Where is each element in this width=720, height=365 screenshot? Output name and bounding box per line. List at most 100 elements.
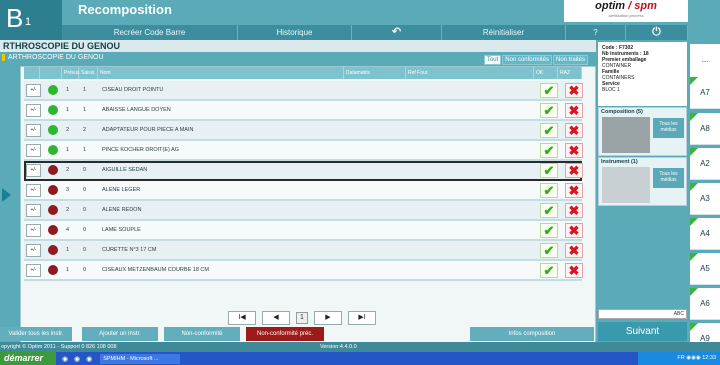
ok-check-button[interactable]: ✔ — [540, 143, 558, 158]
tray-icons[interactable]: ◉◉◉ — [686, 355, 702, 361]
help-button[interactable]: ? — [566, 25, 626, 40]
ok-check-button[interactable]: ✔ — [540, 203, 558, 218]
cell-saisis: 0 — [83, 207, 87, 213]
nonconformity-button[interactable]: Non-conformité — [164, 327, 240, 341]
tab-a5[interactable]: A5 — [690, 253, 720, 285]
system-tray: FR ◉◉◉ 12:33 — [638, 352, 720, 365]
quantity-adjust-button[interactable]: +/- — [26, 83, 41, 97]
cell-prevus: 1 — [66, 87, 70, 93]
raz-clear-button[interactable]: ✖ — [565, 163, 583, 178]
raz-clear-button[interactable]: ✖ — [565, 123, 583, 138]
taskbar-window[interactable]: SPMIHM - Microsoft ... — [100, 353, 181, 364]
table-row[interactable]: +/- 1 0 CISEAUX METZENBAUM COURBE 18 CM ✔ ✖ — [24, 261, 583, 281]
filter-all[interactable]: Tout — [483, 55, 502, 65]
validate-all-button[interactable]: Valider tous les instr. — [0, 327, 72, 341]
ok-check-button[interactable]: ✔ — [540, 103, 558, 118]
brand-logo: optim / spm sterilisation process — [564, 0, 688, 22]
logo-letter: B — [6, 3, 24, 33]
tab-a6[interactable]: A6 — [690, 288, 720, 320]
brand-subtitle: sterilisation process — [608, 13, 644, 18]
ok-check-button[interactable]: ✔ — [540, 263, 558, 278]
ok-check-button[interactable]: ✔ — [540, 83, 558, 98]
app-logo: B 1 — [0, 0, 62, 40]
composition-all-media-button[interactable]: Tous les médias — [653, 118, 684, 138]
expand-left-arrow-icon[interactable] — [2, 188, 11, 202]
recreate-barcode-button[interactable]: Recréer Code Barre — [62, 25, 238, 40]
cell-nom: ADAPTATEUR POUR PIECE A MAIN — [102, 127, 194, 133]
tab-a3[interactable]: A3 — [690, 183, 720, 215]
raz-clear-button[interactable]: ✖ — [565, 263, 583, 278]
quantity-adjust-button[interactable]: +/- — [26, 263, 41, 277]
ok-check-button[interactable]: ✔ — [540, 163, 558, 178]
raz-clear-button[interactable]: ✖ — [565, 203, 583, 218]
ok-check-button[interactable]: ✔ — [540, 243, 558, 258]
instrument-all-media-button[interactable]: Tous les médias — [653, 168, 684, 188]
status-dot-icon — [48, 145, 58, 155]
raz-clear-button[interactable]: ✖ — [565, 103, 583, 118]
table-row[interactable]: +/- 2 2 ADAPTATEUR POUR PIECE A MAIN ✔ ✖ — [24, 121, 583, 141]
search-input[interactable]: ABC — [598, 309, 687, 319]
clock: 12:33 — [702, 355, 716, 361]
first-page-button[interactable]: I◀ — [228, 311, 256, 325]
tab-a2[interactable]: A2 — [690, 148, 720, 180]
quantity-adjust-button[interactable]: +/- — [26, 103, 41, 117]
composition-info: Code : F7302 Nb instruments : 18 Premier… — [598, 42, 687, 106]
composition-photo[interactable] — [602, 117, 650, 153]
ok-check-button[interactable]: ✔ — [540, 223, 558, 238]
table-row[interactable]: +/- 1 1 PINCE KOCHER DROIT(E) AG ✔ ✖ — [24, 141, 583, 161]
tab-a7[interactable]: A7 — [690, 77, 720, 109]
previous-nonconformity-button[interactable]: Non-conformité préc. — [246, 327, 324, 341]
quantity-adjust-button[interactable]: +/- — [26, 203, 41, 217]
composition-media-title: Composition (5) — [601, 109, 643, 115]
quantity-adjust-button[interactable]: +/- — [26, 163, 41, 177]
raz-clear-button[interactable]: ✖ — [565, 223, 583, 238]
add-instrument-button[interactable]: Ajouter un instr. — [82, 327, 158, 341]
table-row[interactable]: +/- 2 0 AIGUILLE SEDAN ✔ ✖ — [24, 161, 583, 181]
last-page-button[interactable]: ▶I — [348, 311, 376, 325]
tab-flag-icon — [690, 288, 698, 296]
table-row[interactable]: +/- 1 1 ABAISSE LANGUE DOYEN ✔ ✖ — [24, 101, 583, 121]
table-row[interactable]: +/- 2 0 ALENE REDON ✔ ✖ — [24, 201, 583, 221]
raz-clear-button[interactable]: ✖ — [565, 243, 583, 258]
tab-flag-icon — [690, 183, 698, 191]
tab-more[interactable]: ... — [690, 44, 720, 80]
quick-launch-icons[interactable]: ◉ ◉ ◉ — [62, 355, 94, 363]
next-button[interactable]: Suivant — [598, 322, 687, 341]
quantity-adjust-button[interactable]: +/- — [26, 123, 41, 137]
power-button[interactable]: ⏻ — [626, 25, 688, 40]
start-button[interactable]: démarrer — [0, 352, 56, 365]
tab-flag-icon — [690, 113, 698, 121]
instrument-photo[interactable] — [602, 167, 650, 203]
tab-a3-label: A3 — [700, 194, 710, 203]
reset-button[interactable]: Réinitialiser — [442, 25, 566, 40]
cell-prevus: 1 — [66, 267, 70, 273]
quantity-adjust-button[interactable]: +/- — [26, 143, 41, 157]
undo-button[interactable]: ↶ — [352, 25, 442, 40]
history-button[interactable]: Historique — [238, 25, 352, 40]
quantity-adjust-button[interactable]: +/- — [26, 223, 41, 237]
ok-check-button[interactable]: ✔ — [540, 123, 558, 138]
quantity-adjust-button[interactable]: +/- — [26, 183, 41, 197]
table-row[interactable]: +/- 1 1 CISEAU DROIT POINTU ✔ ✖ — [24, 81, 583, 101]
cell-saisis: 0 — [83, 247, 87, 253]
cell-prevus: 1 — [66, 147, 70, 153]
tab-a8[interactable]: A8 — [690, 113, 720, 145]
table-row[interactable]: +/- 1 0 CURETTE N°3 17 CM ✔ ✖ — [24, 241, 583, 261]
col-saisis: Saisis — [79, 67, 98, 79]
quantity-adjust-button[interactable]: +/- — [26, 243, 41, 257]
ok-check-button[interactable]: ✔ — [540, 183, 558, 198]
prev-page-button[interactable]: ◀ — [262, 311, 290, 325]
table-row[interactable]: +/- 3 0 ALENE LEGER ✔ ✖ — [24, 181, 583, 201]
next-page-button[interactable]: ▶ — [314, 311, 342, 325]
cell-saisis: 1 — [83, 87, 87, 93]
raz-clear-button[interactable]: ✖ — [565, 183, 583, 198]
composition-info-button[interactable]: Infos composition — [470, 327, 594, 341]
table-row[interactable]: +/- 4 0 LAME SOUPLE ✔ ✖ — [24, 221, 583, 241]
filter-untreated[interactable]: Non traités — [552, 55, 588, 65]
composition-name-text: ARTHROSCOPIE DU GENOU — [8, 54, 104, 61]
tab-a4[interactable]: A4 — [690, 218, 720, 250]
raz-clear-button[interactable]: ✖ — [565, 83, 583, 98]
cell-saisis: 2 — [83, 127, 87, 133]
raz-clear-button[interactable]: ✖ — [565, 143, 583, 158]
filter-nonconformities[interactable]: Non conformités — [502, 55, 552, 65]
